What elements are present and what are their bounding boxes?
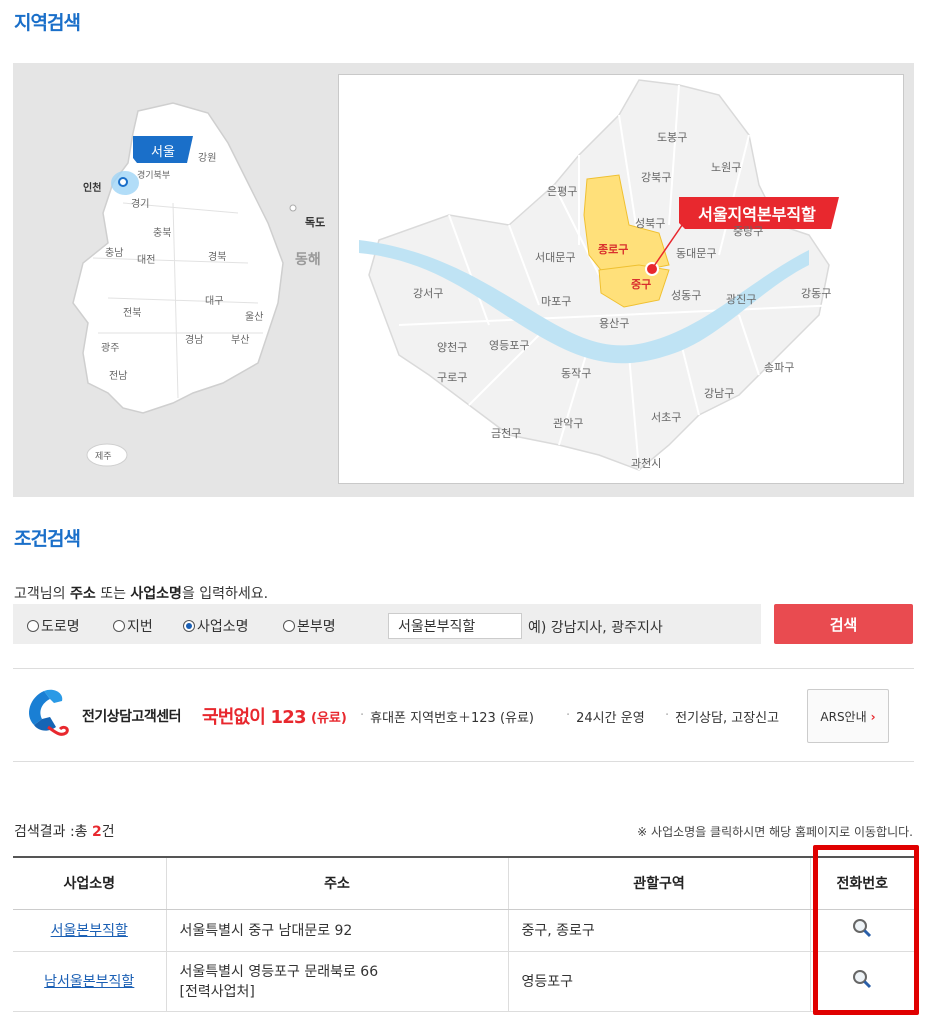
table-row: 남서울본부직할 서울특별시 영등포구 문래북로 66 [전력사업처] 영등포구 xyxy=(13,951,914,1012)
district-label: 과천시 xyxy=(631,456,661,470)
korea-label-jeonnam: 전남 xyxy=(109,370,127,382)
korea-label-east-sea: 동해 xyxy=(295,252,321,268)
seoul-district-map[interactable]: 서울지역본부직할 도봉구 노원구 강북구 은평구 성북구 중랑구 종로구 동대문… xyxy=(339,75,905,485)
callout-label: 서울지역본부직할 xyxy=(698,205,816,224)
phone-icon xyxy=(29,689,69,736)
korea-map[interactable]: 서울 강원 인천 경기북부 경기 충북 충남 대전 경북 독도 동해 전북 대구… xyxy=(13,63,338,497)
result-table: 사업소명 주소 관할구역 전화번호 서울본부직할 서울특별시 중구 남대문로 9… xyxy=(13,856,914,1012)
table-header-row: 사업소명 주소 관할구역 전화번호 xyxy=(13,856,914,910)
office-name-link[interactable]: 남서울본부직할 xyxy=(44,974,134,990)
search-options-box: 도로명 지번 사업소명 본부명 예) 강남지사, 광주지사 xyxy=(13,604,761,644)
area-cell: 영등포구 xyxy=(507,951,810,1012)
result-note: ※ 사업소명을 클릭하시면 해당 홈페이지로 이동합니다. xyxy=(637,825,913,839)
radio-circle-icon xyxy=(113,620,125,632)
district-label: 광진구 xyxy=(726,293,756,306)
address-cell: 서울특별시 영등포구 문래북로 66 [전력사업처] xyxy=(165,951,508,1012)
call-center-info-hours: 24시간 운영 xyxy=(566,707,645,726)
district-label: 관악구 xyxy=(553,417,583,430)
district-label: 중구 xyxy=(631,278,651,291)
district-label: 동대문구 xyxy=(676,247,716,260)
district-label: 종로구 xyxy=(598,243,628,256)
search-example-text: 예) 강남지사, 광주지사 xyxy=(528,620,663,636)
district-label: 성동구 xyxy=(671,289,701,302)
korea-label-chungnam: 충남 xyxy=(105,247,123,259)
korea-label-jeju: 제주 xyxy=(95,451,112,462)
call-center-name: 전기상담고객센터 xyxy=(82,709,182,725)
office-name-link[interactable]: 서울본부직할 xyxy=(51,923,128,939)
district-label: 서대문구 xyxy=(535,251,575,264)
radio-circle-checked-icon xyxy=(183,620,195,632)
search-button[interactable]: 검색 xyxy=(774,604,913,644)
region-search-title: 지역검색 xyxy=(14,12,81,34)
radio-circle-icon xyxy=(283,620,295,632)
search-instruction: 고객님의 주소 또는 사업소명을 입력하세요. xyxy=(14,586,269,602)
korea-label-busan: 부산 xyxy=(231,334,249,346)
district-label: 동작구 xyxy=(561,367,591,380)
call-center-info-mobile: 휴대폰 지역번호＋123 (유료) xyxy=(360,707,534,726)
district-label: 구로구 xyxy=(437,371,467,384)
column-header-area: 관할구역 xyxy=(507,856,810,910)
district-label: 강남구 xyxy=(704,387,734,400)
district-label: 마포구 xyxy=(541,295,571,308)
district-label: 도봉구 xyxy=(657,131,687,144)
seoul-marker-icon xyxy=(118,177,128,187)
korea-label-ulsan: 울산 xyxy=(245,311,263,323)
korea-label-gyeonggi: 경기 xyxy=(131,197,149,210)
radio-road-name[interactable]: 도로명 xyxy=(27,616,80,636)
area-cell: 중구, 종로구 xyxy=(507,909,810,952)
search-input[interactable] xyxy=(388,613,522,639)
address-cell: 서울특별시 중구 남대문로 92 xyxy=(165,909,508,952)
korea-label-gwangju: 광주 xyxy=(101,342,119,354)
column-header-address: 주소 xyxy=(165,856,508,910)
district-label: 강북구 xyxy=(641,171,671,184)
radio-circle-icon xyxy=(27,620,39,632)
column-header-office: 사업소명 xyxy=(13,856,166,910)
office-name-cell: 남서울본부직할 xyxy=(13,951,166,1012)
korea-label-gyeongnam: 경남 xyxy=(185,333,203,346)
district-label: 영등포구 xyxy=(489,339,529,352)
map-panel: 서울 강원 인천 경기북부 경기 충북 충남 대전 경북 독도 동해 전북 대구… xyxy=(13,63,914,497)
call-center-number: 국번없이 123 xyxy=(202,707,306,728)
korea-label-dokdo: 독도 xyxy=(305,216,325,229)
district-label: 노원구 xyxy=(711,161,741,174)
radio-lot-number[interactable]: 지번 xyxy=(113,616,153,636)
district-label: 성북구 xyxy=(635,217,665,230)
korea-label-seoul: 서울 xyxy=(151,145,175,160)
district-label: 강동구 xyxy=(801,287,831,300)
district-label: 양천구 xyxy=(437,340,467,354)
korea-label-incheon: 인천 xyxy=(83,181,101,194)
call-center-info-service: 전기상담, 고장신고 xyxy=(665,707,779,726)
radio-headquarters-name[interactable]: 본부명 xyxy=(283,616,336,636)
table-row: 서울본부직할 서울특별시 중구 남대문로 92 중구, 종로구 xyxy=(13,909,914,952)
result-count: 검색결과 :총 2건 xyxy=(14,824,115,840)
office-name-cell: 서울본부직할 xyxy=(13,909,166,952)
korea-label-jeonbuk: 전북 xyxy=(123,307,141,319)
district-label: 서초구 xyxy=(651,411,681,424)
korea-label-chungbuk: 충북 xyxy=(153,227,171,239)
chevron-right-icon: › xyxy=(870,709,876,724)
call-center-paid: (유료) xyxy=(311,711,347,726)
seoul-map-box: 서울지역본부직할 도봉구 노원구 강북구 은평구 성북구 중랑구 종로구 동대문… xyxy=(338,74,904,484)
korea-label-gangwon: 강원 xyxy=(198,152,216,164)
divider xyxy=(13,668,914,669)
district-label: 중랑구 xyxy=(733,225,763,238)
ars-guide-button[interactable]: ARS안내 › xyxy=(807,689,889,743)
phone-column-highlight-box xyxy=(813,845,919,1015)
korea-label-daejeon: 대전 xyxy=(137,254,155,266)
district-label: 금천구 xyxy=(491,426,521,440)
condition-search-title: 조건검색 xyxy=(14,528,81,550)
korea-label-gyeonggi-north: 경기북부 xyxy=(137,169,170,181)
district-label: 강서구 xyxy=(413,287,443,300)
korea-label-daegu: 대구 xyxy=(205,295,223,307)
korea-label-gyeongbuk: 경북 xyxy=(208,250,226,263)
district-label: 용산구 xyxy=(599,317,629,330)
divider xyxy=(13,761,914,762)
district-label: 은평구 xyxy=(547,185,577,198)
radio-office-name[interactable]: 사업소명 xyxy=(183,616,249,636)
district-label: 송파구 xyxy=(764,361,794,374)
